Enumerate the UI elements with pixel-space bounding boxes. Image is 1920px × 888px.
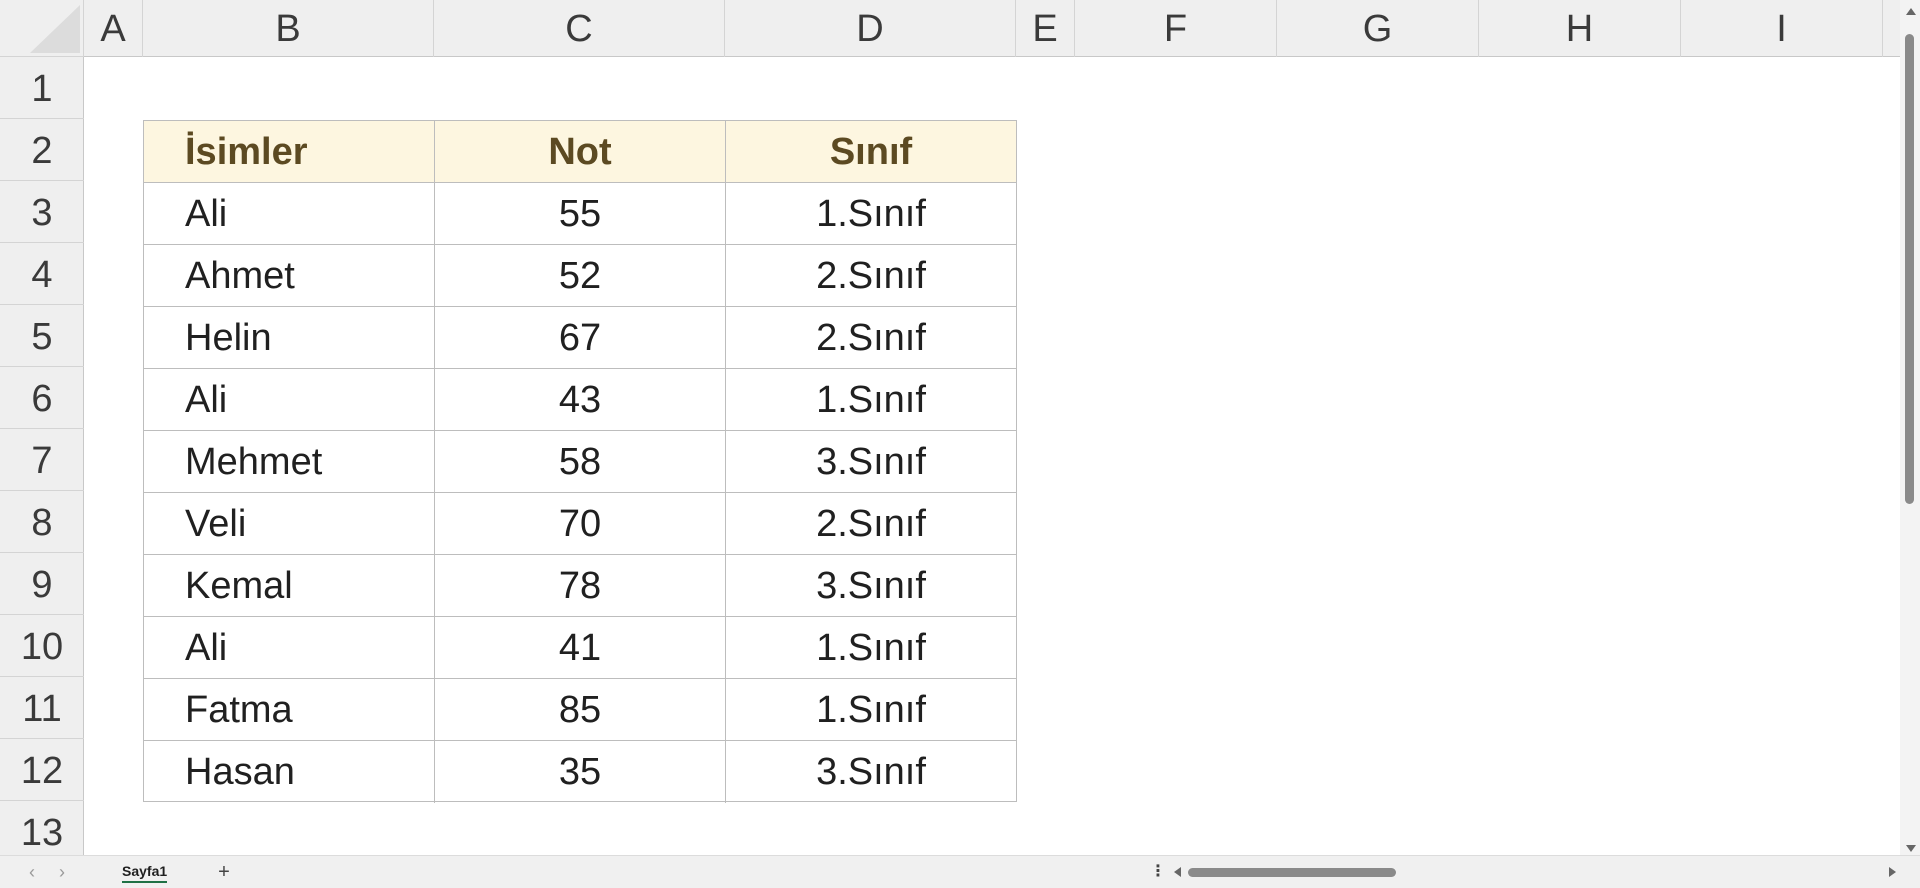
table-cell-class[interactable]: 3.Sınıf [726, 555, 1016, 617]
column-header-a[interactable]: A [84, 0, 143, 57]
table-cell-class[interactable]: 2.Sınıf [726, 493, 1016, 555]
row-header-6[interactable]: 6 [0, 367, 84, 429]
table-cell-name[interactable]: Ali [144, 617, 435, 679]
active-tab-underline [122, 881, 168, 883]
row-header-8[interactable]: 8 [0, 491, 84, 553]
table-cell-class[interactable]: 3.Sınıf [726, 431, 1016, 493]
scroll-up-arrow-icon[interactable] [1906, 8, 1916, 15]
table-cell-name[interactable]: Ali [144, 183, 435, 245]
previous-sheet-icon[interactable]: ‹ [22, 860, 42, 884]
table-cell-name[interactable]: Ali [144, 369, 435, 431]
table-header-names[interactable]: İsimler [144, 121, 435, 183]
scroll-right-arrow-icon[interactable] [1889, 867, 1896, 877]
row-header-7[interactable]: 7 [0, 429, 84, 491]
sheet-tab-sayfa1[interactable]: Sayfa1 [116, 858, 173, 884]
more-options-icon[interactable]: ⋮ [1150, 860, 1166, 886]
table-cell-name[interactable]: Fatma [144, 679, 435, 741]
column-header-i[interactable]: I [1681, 0, 1883, 57]
column-header-b[interactable]: B [143, 0, 434, 57]
table-cell-grade[interactable]: 55 [435, 183, 726, 245]
row-header-9[interactable]: 9 [0, 553, 84, 615]
table-cell-name[interactable]: Hasan [144, 741, 435, 803]
table-cell-grade[interactable]: 85 [435, 679, 726, 741]
column-header-g[interactable]: G [1277, 0, 1479, 57]
row-header-2[interactable]: 2 [0, 119, 84, 181]
row-header-12[interactable]: 12 [0, 739, 84, 801]
vertical-scrollbar[interactable] [1900, 0, 1920, 855]
row-header-4[interactable]: 4 [0, 243, 84, 305]
horizontal-scrollbar[interactable] [1170, 862, 1902, 882]
table-cell-name[interactable]: Ahmet [144, 245, 435, 307]
scroll-down-arrow-icon[interactable] [1906, 845, 1916, 852]
column-header-row: A B C D E F G H I [84, 0, 1900, 57]
row-header-3[interactable]: 3 [0, 181, 84, 243]
table-cell-grade[interactable]: 41 [435, 617, 726, 679]
table-cell-class[interactable]: 1.Sınıf [726, 183, 1016, 245]
column-header-f[interactable]: F [1075, 0, 1277, 57]
scroll-left-arrow-icon[interactable] [1174, 867, 1181, 877]
table-cell-grade[interactable]: 43 [435, 369, 726, 431]
sheet-tab-bar: ‹ › Sayfa1 + ⋮ [0, 855, 1920, 888]
table-cell-class[interactable]: 1.Sınıf [726, 679, 1016, 741]
select-all-triangle-icon [30, 5, 80, 53]
row-header-column: 1 2 3 4 5 6 7 8 9 10 11 12 13 [0, 57, 84, 855]
table-header-grade[interactable]: Not [435, 121, 726, 183]
table-cell-name[interactable]: Helin [144, 307, 435, 369]
table-cell-class[interactable]: 3.Sınıf [726, 741, 1016, 803]
table-cell-name[interactable]: Kemal [144, 555, 435, 617]
select-all-corner[interactable] [0, 0, 84, 57]
table-cell-grade[interactable]: 70 [435, 493, 726, 555]
table-cell-grade[interactable]: 58 [435, 431, 726, 493]
column-header-e[interactable]: E [1016, 0, 1075, 57]
vertical-scroll-thumb[interactable] [1905, 34, 1914, 504]
table-header-class[interactable]: Sınıf [726, 121, 1016, 183]
add-sheet-button[interactable]: + [214, 859, 234, 885]
table-cell-name[interactable]: Veli [144, 493, 435, 555]
row-header-10[interactable]: 10 [0, 615, 84, 677]
table-cell-grade[interactable]: 52 [435, 245, 726, 307]
table-cell-class[interactable]: 2.Sınıf [726, 307, 1016, 369]
table-cell-class[interactable]: 2.Sınıf [726, 245, 1016, 307]
row-header-11[interactable]: 11 [0, 677, 84, 739]
horizontal-scroll-thumb[interactable] [1188, 868, 1396, 877]
row-header-5[interactable]: 5 [0, 305, 84, 367]
spreadsheet-grid[interactable]: A B C D E F G H I 1 2 3 4 5 6 7 8 9 10 1… [0, 0, 1900, 855]
table-cell-name[interactable]: Mehmet [144, 431, 435, 493]
row-header-13[interactable]: 13 [0, 801, 84, 855]
column-header-d[interactable]: D [725, 0, 1016, 57]
table-cell-class[interactable]: 1.Sınıf [726, 617, 1016, 679]
table-cell-class[interactable]: 1.Sınıf [726, 369, 1016, 431]
sheet-tab-label: Sayfa1 [122, 863, 168, 879]
column-header-c[interactable]: C [434, 0, 725, 57]
table-cell-grade[interactable]: 35 [435, 741, 726, 803]
table-cell-grade[interactable]: 67 [435, 307, 726, 369]
next-sheet-icon[interactable]: › [52, 860, 72, 884]
row-header-1[interactable]: 1 [0, 57, 84, 119]
table-cell-grade[interactable]: 78 [435, 555, 726, 617]
data-table: İsimler Not Sınıf Ali 55 1.Sınıf Ahmet 5… [143, 120, 1017, 803]
column-header-h[interactable]: H [1479, 0, 1681, 57]
